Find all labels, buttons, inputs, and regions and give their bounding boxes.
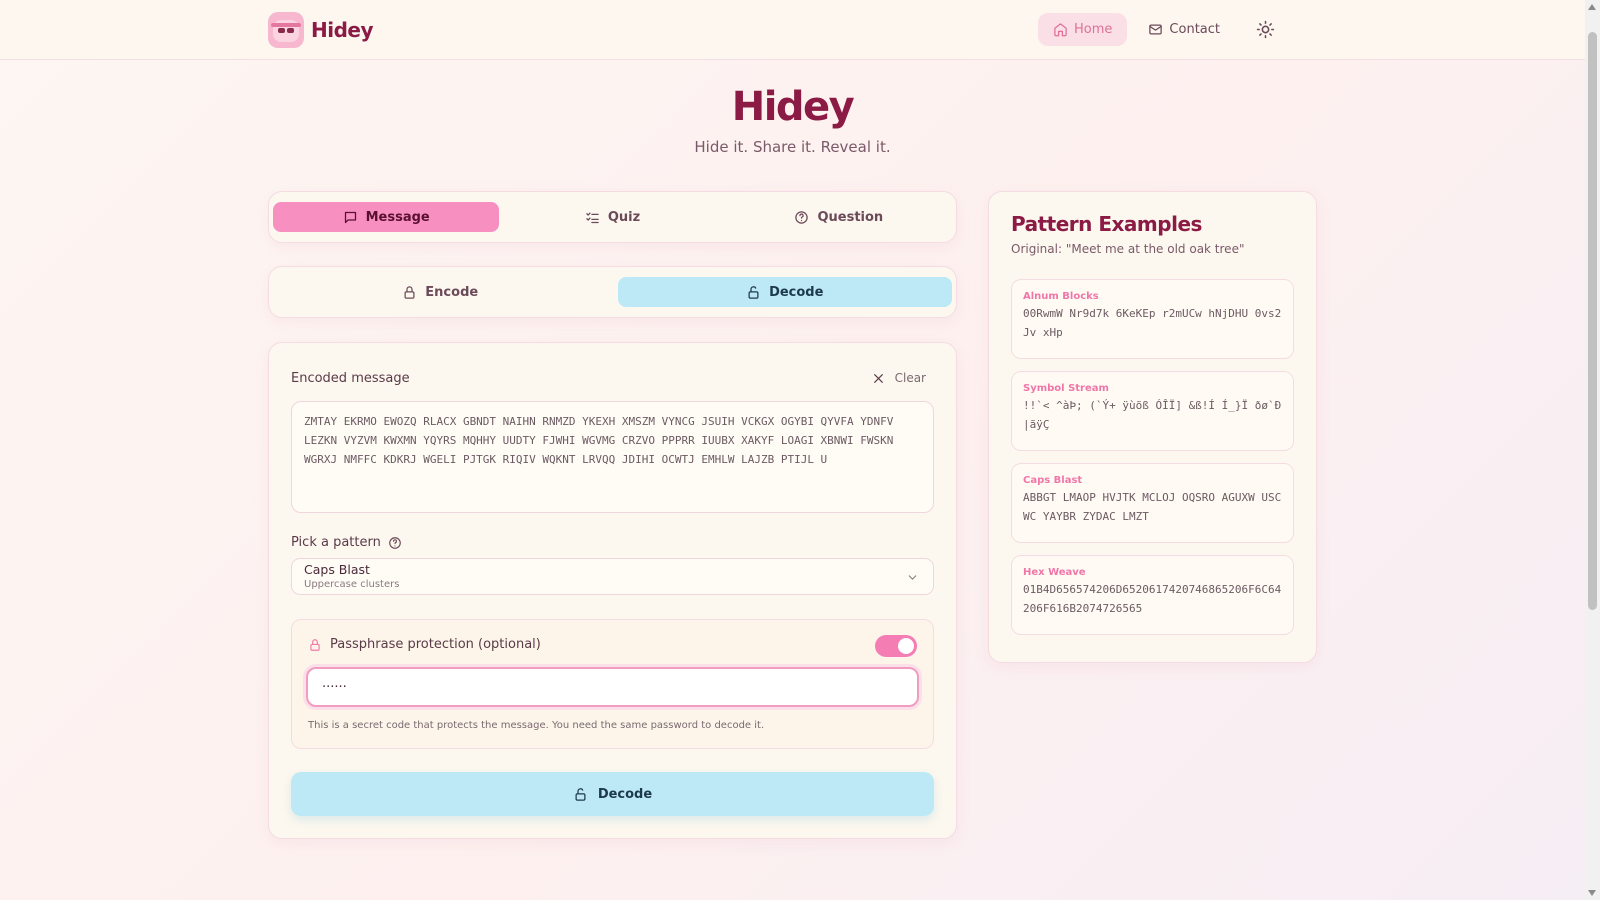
example-name: Symbol Stream (1023, 383, 1109, 394)
scroll-down-arrow[interactable] (1588, 890, 1596, 896)
pattern-label: Pick a pattern (291, 535, 402, 550)
sun-icon (1256, 20, 1274, 39)
mail-icon (1149, 24, 1163, 35)
example-value: 00RwmW Nr9d7k 6KeKEp r2mUCw hNjDHU 0vs2J… (1023, 307, 1282, 339)
example-value: !!`< ^àÞ; (`Ý+ ÿùõß ÓÎÏ] &ß!Í Í_}Ï ðø`Ð … (1023, 399, 1282, 431)
scroll-up-arrow[interactable] (1588, 4, 1596, 10)
example-name: Alnum Blocks (1023, 291, 1099, 302)
scrollbar-thumb[interactable] (1588, 32, 1597, 610)
example-value: ABBGT LMAOP HVJTK MCLOJ OQSRO AGUXW USCW… (1023, 491, 1282, 523)
tab-quiz-label: Quiz (607, 209, 641, 225)
brand-name: Hidey (311, 18, 374, 42)
pattern-selected-desc: Uppercase clusters (304, 579, 400, 590)
tab-message[interactable]: Message (273, 202, 500, 232)
page-title: Hidey (731, 84, 855, 130)
direction-tabs: Encode Decode (268, 266, 957, 318)
tab-quiz[interactable]: Quiz (499, 202, 725, 232)
clear-button[interactable]: Clear (872, 371, 926, 385)
encoded-message-input[interactable]: ZMTAY EKRMO EWOZQ RLACX GBNDT NAIHN RNMZ… (291, 401, 934, 513)
main-nav: Home Contact (1038, 13, 1283, 46)
chevron-down-icon (908, 575, 917, 580)
message-icon (344, 211, 356, 223)
nav-home-label: Home (1074, 22, 1113, 37)
passphrase-section: Passphrase protection (optional) This is… (291, 619, 934, 749)
close-icon (873, 373, 883, 383)
pattern-select[interactable]: Caps Blast Uppercase clusters (291, 558, 934, 595)
decode-button-label: Decode (597, 786, 653, 802)
example-item: Symbol Stream !!`< ^àÞ; (`Ý+ ÿùõß ÓÎÏ] &… (1011, 371, 1294, 451)
hidey-logo-icon (268, 12, 304, 48)
passphrase-toggle[interactable] (875, 635, 917, 657)
pattern-label-text: Pick a pattern (291, 535, 381, 550)
example-item: Hex Weave 01B4D656574206D652061742074686… (1011, 555, 1294, 635)
encoded-message-label: Encoded message (291, 371, 410, 386)
unlock-icon (748, 285, 759, 299)
mode-tabs: Message Quiz Question (268, 191, 957, 243)
page-subtitle: Hide it. Share it. Reveal it. (694, 138, 891, 156)
examples-title: Pattern Examples (1011, 212, 1202, 236)
nav-contact-label: Contact (1169, 22, 1220, 37)
decode-form-card: Encoded message Clear ZMTAY EKRMO EWOZQ … (268, 342, 957, 839)
help-circle-icon (795, 210, 809, 224)
lock-icon (404, 285, 415, 299)
unlock-icon (575, 787, 586, 801)
passphrase-hint: This is a secret code that protects the … (308, 720, 765, 731)
examples-original: Original: "Meet me at the old oak tree" (1011, 242, 1245, 256)
example-item: Alnum Blocks 00RwmW Nr9d7k 6KeKEp r2mUCw… (1011, 279, 1294, 359)
tab-message-label: Message (365, 209, 430, 225)
help-circle-icon[interactable] (388, 536, 402, 550)
page-scrollbar[interactable] (1585, 0, 1600, 900)
tab-question[interactable]: Question (726, 202, 952, 232)
tab-question-label: Question (817, 209, 884, 225)
passphrase-label: Passphrase protection (optional) (330, 637, 541, 652)
home-icon (1054, 23, 1067, 37)
clear-label: Clear (894, 371, 926, 385)
brand[interactable]: Hidey (268, 12, 374, 48)
example-item: Caps Blast ABBGT LMAOP HVJTK MCLOJ OQSRO… (1011, 463, 1294, 543)
passphrase-header: Passphrase protection (optional) (308, 637, 541, 652)
tab-decode-label: Decode (769, 284, 824, 300)
nav-home[interactable]: Home (1038, 13, 1128, 46)
tab-encode[interactable]: Encode (273, 277, 608, 307)
examples-list: Alnum Blocks 00RwmW Nr9d7k 6KeKEp r2mUCw… (1011, 279, 1294, 635)
tab-decode[interactable]: Decode (617, 277, 952, 307)
example-name: Hex Weave (1023, 567, 1086, 578)
top-navbar: Hidey Home Contact (0, 0, 1585, 60)
nav-contact[interactable]: Contact (1133, 13, 1235, 46)
lock-icon (310, 638, 320, 651)
example-name: Caps Blast (1023, 475, 1083, 486)
theme-toggle-button[interactable] (1247, 13, 1283, 46)
pattern-selected-name: Caps Blast (304, 562, 370, 577)
example-value: 01B4D656574206D6520617420746865206F6C642… (1023, 583, 1282, 615)
tab-encode-label: Encode (425, 284, 479, 300)
pattern-examples-card: Pattern Examples Original: "Meet me at t… (988, 191, 1317, 663)
decode-button[interactable]: Decode (291, 772, 934, 816)
list-check-icon (586, 212, 599, 223)
passphrase-input[interactable] (306, 667, 919, 707)
